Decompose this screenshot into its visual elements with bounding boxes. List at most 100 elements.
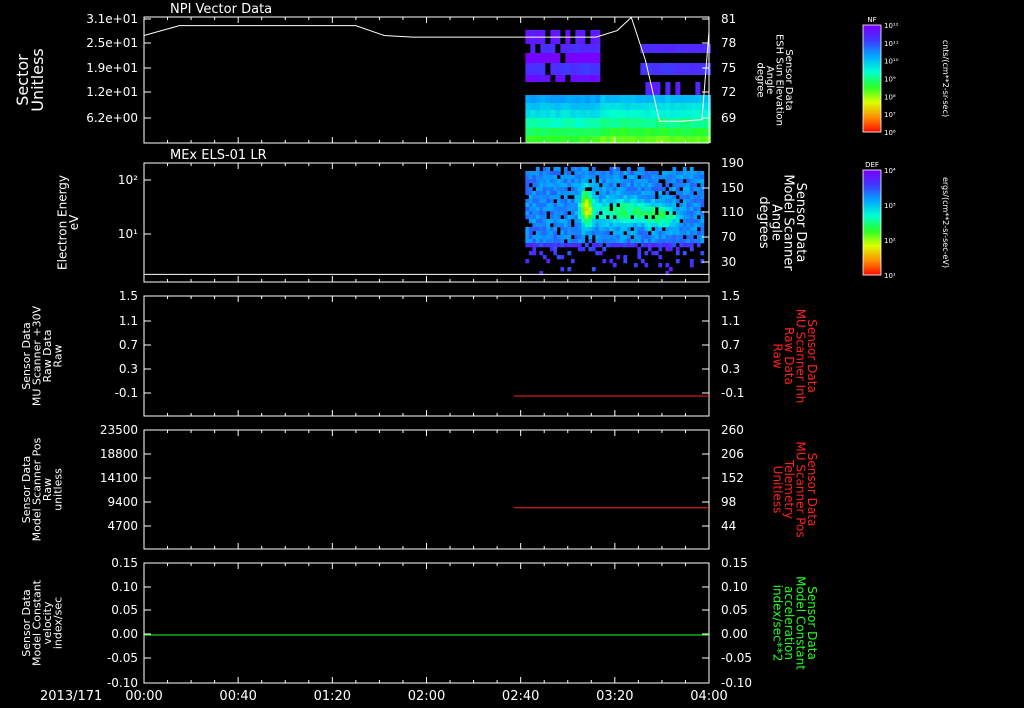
right-y-tick-label: 78 xyxy=(721,36,736,50)
heatmap-cell xyxy=(626,243,631,248)
heatmap-cell xyxy=(590,63,596,75)
heatmap-cell xyxy=(540,118,546,128)
heatmap-cell xyxy=(655,53,661,63)
heatmap-cell xyxy=(610,118,616,128)
heatmap-cell xyxy=(668,227,673,232)
heatmap-cell xyxy=(605,235,610,240)
heatmap-cell xyxy=(588,171,593,176)
heatmap-cell xyxy=(602,227,607,232)
right-y-tick-label: 1.5 xyxy=(721,289,740,303)
heatmap-cell xyxy=(668,231,673,236)
heatmap-cell xyxy=(609,179,614,184)
heatmap-cell xyxy=(540,136,546,143)
heatmap-cell xyxy=(675,239,680,244)
colorbar-unit: cnts/(cm**2-sr-sec) xyxy=(941,40,950,117)
heatmap-cell xyxy=(591,191,596,196)
heatmap-cell xyxy=(665,227,670,232)
heatmap-cell xyxy=(665,30,671,44)
heatmap-cell xyxy=(605,183,610,188)
heatmap-cell xyxy=(588,183,593,188)
heatmap-cell xyxy=(577,215,582,220)
heatmap-cell xyxy=(685,118,691,128)
heatmap-cell xyxy=(532,211,537,216)
heatmap-cell xyxy=(539,239,544,244)
heatmap-cell xyxy=(695,82,701,95)
heatmap-cell xyxy=(553,223,558,228)
heatmap-cell xyxy=(591,267,596,272)
heatmap-cell xyxy=(584,231,589,236)
heatmap-cell xyxy=(637,239,642,244)
heatmap-cell xyxy=(560,95,566,103)
heatmap-cell xyxy=(570,191,575,196)
y-axis-label: Electron EnergyeV xyxy=(56,175,81,270)
heatmap-cell xyxy=(619,215,624,220)
heatmap-cell xyxy=(647,215,652,220)
heatmap-cell xyxy=(574,179,579,184)
panel-frame xyxy=(143,562,710,684)
heatmap-cell xyxy=(556,187,561,192)
heatmap-cell xyxy=(658,195,663,200)
heatmap-cell xyxy=(545,44,551,53)
right-y-tick-label: 69 xyxy=(721,111,736,125)
heatmap-cell xyxy=(532,183,537,188)
heatmap-cell xyxy=(535,223,540,228)
heatmap-cell xyxy=(532,179,537,184)
heatmap-cell xyxy=(540,95,546,103)
heatmap-cell xyxy=(633,203,638,208)
heatmap-cell xyxy=(689,263,694,268)
heatmap-cell xyxy=(581,227,586,232)
heatmap-cell xyxy=(640,187,645,192)
heatmap-cell xyxy=(528,171,533,176)
heatmap-cell xyxy=(549,207,554,212)
heatmap-cell xyxy=(532,195,537,200)
heatmap-cell xyxy=(637,207,642,212)
heatmap-cell xyxy=(670,63,676,75)
heatmap-cell xyxy=(560,207,565,212)
y-axis-label: Sensor DataMU Scanner +30VRaw DataRaw xyxy=(20,305,64,406)
heatmap-cell xyxy=(658,235,663,240)
heatmap-cell xyxy=(655,30,661,44)
heatmap-cell xyxy=(665,103,671,110)
heatmap-cell xyxy=(588,227,593,232)
heatmap-cell xyxy=(553,211,558,216)
heatmap-cell xyxy=(570,118,576,128)
y-axis-label: Sensor DataModel Constantvelocityindex/s… xyxy=(20,579,64,666)
heatmap-cell xyxy=(689,223,694,228)
heatmap-cell xyxy=(626,199,631,204)
heatmap-cell xyxy=(609,187,614,192)
heatmap-cell xyxy=(700,203,705,208)
heatmap-cell xyxy=(581,235,586,240)
heatmap-cell xyxy=(623,207,628,212)
heatmap-cell xyxy=(647,179,652,184)
heatmap-cell xyxy=(620,30,626,44)
heatmap-cell xyxy=(640,183,645,188)
heatmap-cell xyxy=(640,110,646,118)
heatmap-cell xyxy=(542,191,547,196)
heatmap-cell xyxy=(690,75,696,82)
y-tick-label: 23500 xyxy=(100,423,138,437)
heatmap-cell xyxy=(602,235,607,240)
panel-title: NPI Vector Data xyxy=(170,2,272,17)
heatmap-cell xyxy=(700,191,705,196)
heatmap-cell xyxy=(570,175,575,180)
heatmap-cell xyxy=(610,63,616,75)
y-tick-label: 1.9e+01 xyxy=(86,61,138,75)
heatmap-cell xyxy=(650,128,656,136)
heatmap-cell xyxy=(555,63,561,75)
heatmap-cell xyxy=(689,235,694,240)
heatmap-cell xyxy=(565,63,571,75)
heatmap-cell xyxy=(630,103,636,110)
heatmap-cell xyxy=(530,44,536,53)
heatmap-cell xyxy=(577,231,582,236)
heatmap-cell xyxy=(616,231,621,236)
heatmap-cell xyxy=(693,231,698,236)
heatmap-cell xyxy=(670,118,676,128)
heatmap-cell xyxy=(654,251,659,256)
heatmap-cell xyxy=(612,231,617,236)
heatmap-cell xyxy=(700,219,705,224)
heatmap-cell xyxy=(550,95,556,103)
heatmap-cell xyxy=(625,128,631,136)
heatmap-cell xyxy=(560,136,566,143)
heatmap-cell xyxy=(535,179,540,184)
heatmap-cell xyxy=(540,44,546,53)
